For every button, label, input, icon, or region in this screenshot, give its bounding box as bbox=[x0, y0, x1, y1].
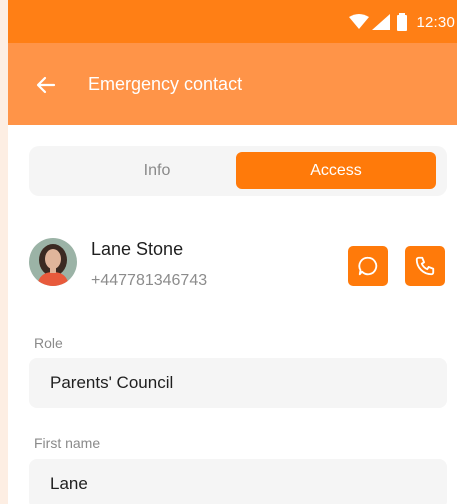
avatar bbox=[29, 238, 77, 286]
battery-icon bbox=[397, 13, 408, 31]
first-name-field[interactable]: Lane bbox=[29, 459, 447, 504]
status-icons: 12:30 bbox=[349, 13, 457, 31]
arrow-left-icon[interactable] bbox=[34, 73, 58, 97]
role-field[interactable]: Parents' Council bbox=[29, 358, 447, 408]
contact-card: Lane Stone +447781346743 bbox=[29, 236, 447, 292]
first-name-label: First name bbox=[34, 435, 101, 451]
contact-name: Lane Stone bbox=[91, 239, 184, 259]
tab-info[interactable]: Info bbox=[57, 152, 257, 189]
page-title: Emergency contact bbox=[88, 74, 243, 94]
phone-icon bbox=[415, 256, 435, 276]
app-screen: 12:30 Emergency contact Info Access Lane… bbox=[8, 0, 457, 504]
chat-button[interactable] bbox=[348, 246, 388, 286]
role-label: Role bbox=[34, 335, 63, 351]
signal-icon bbox=[372, 14, 391, 30]
status-time: 12:30 bbox=[416, 13, 455, 31]
chat-icon bbox=[358, 256, 378, 276]
contact-phone: +447781346743 bbox=[91, 272, 208, 289]
call-button[interactable] bbox=[405, 246, 445, 286]
wifi-icon bbox=[349, 14, 370, 29]
tab-access[interactable]: Access bbox=[236, 152, 436, 189]
status-bar: 12:30 bbox=[8, 0, 457, 43]
app-bar: Emergency contact bbox=[8, 43, 457, 125]
avatar-image bbox=[29, 238, 77, 286]
tab-switcher: Info Access bbox=[29, 146, 447, 196]
